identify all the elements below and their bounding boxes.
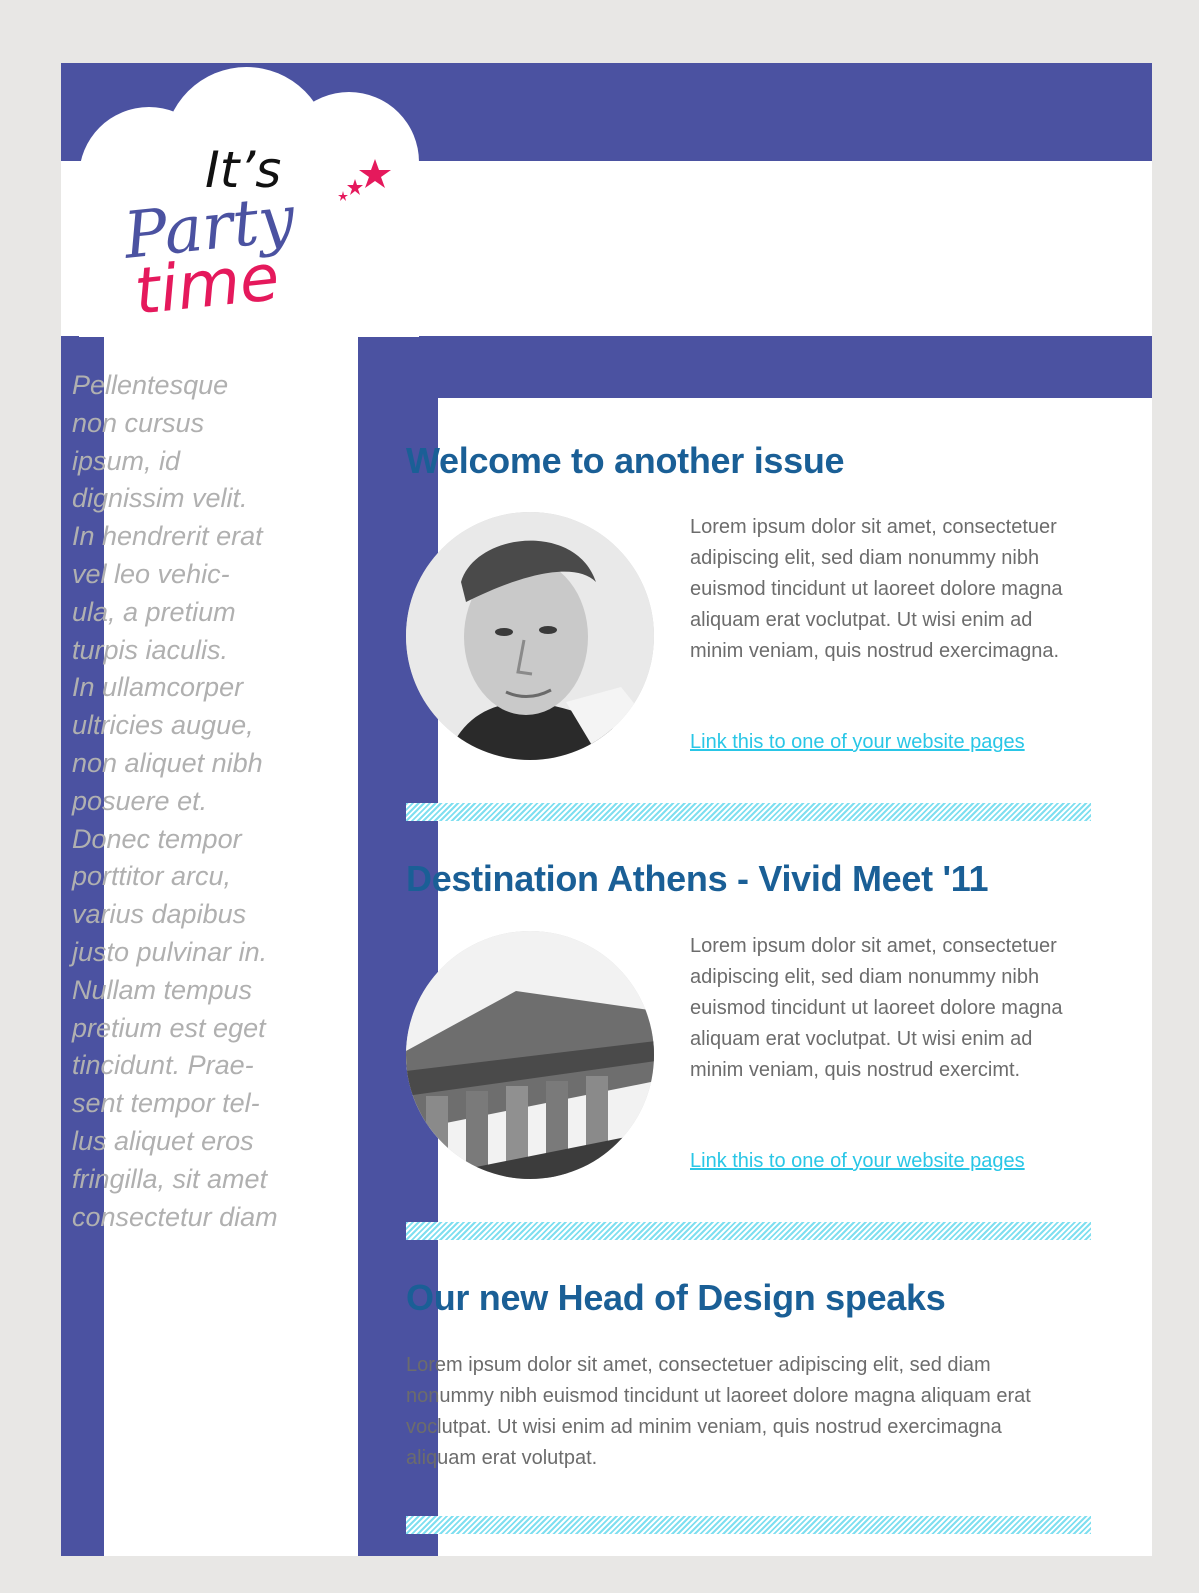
logo-cloud: It’s Party time (79, 67, 419, 337)
star-icon (338, 159, 391, 201)
party-logo: It’s Party time (120, 141, 391, 330)
sidebar-text: Pellentesque non cursus ipsum, id dignis… (72, 370, 278, 1232)
article-body: Lorem ipsum dolor sit amet, consectetuer… (690, 516, 1063, 662)
article-body: Lorem ipsum dolor sit amet, consectetuer… (406, 1354, 1031, 1469)
article-welcome: Welcome to another issue Lorem ipsum dol… (406, 440, 1086, 770)
portrait-photo (406, 512, 654, 760)
article-athens: Destination Athens - Vivid Meet '11 Lore… (406, 858, 1086, 1188)
article-title: Our new Head of Design speaks (406, 1277, 946, 1318)
divider (406, 803, 1091, 821)
article-title: Destination Athens - Vivid Meet '11 (406, 858, 989, 899)
article-title: Welcome to another issue (406, 440, 845, 481)
divider (406, 1222, 1091, 1240)
article-link[interactable]: Link this to one of your website pages (690, 1150, 1025, 1173)
logo-line3: time (131, 241, 283, 330)
article-link[interactable]: Link this to one of your website pages (690, 731, 1025, 754)
divider (406, 1516, 1091, 1534)
article-body: Lorem ipsum dolor sit amet, consectetuer… (690, 935, 1063, 1081)
article-head-of-design: Our new Head of Design speaks Lorem ipsu… (406, 1277, 1086, 1477)
temple-photo (406, 931, 654, 1179)
